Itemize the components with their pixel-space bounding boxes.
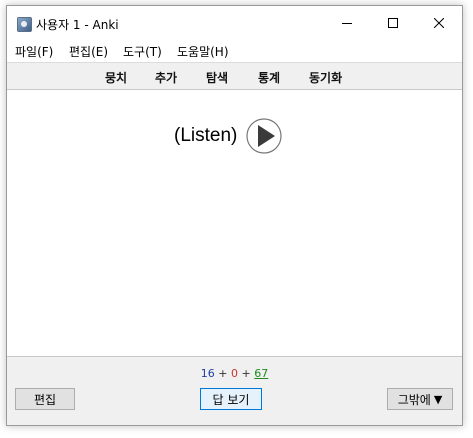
more-button[interactable]: 그밖에 ▼ [387,388,453,410]
card-content: (Listen) [7,90,462,356]
toolbar-decks[interactable]: 뭉치 [105,69,127,86]
card-question: (Listen) [174,116,282,156]
edit-button-label: 편집 [33,392,57,407]
show-answer-button[interactable]: 답 보기 [200,388,262,410]
show-answer-label: 답 보기 [212,392,250,407]
minimize-icon [342,23,352,24]
menu-tools[interactable]: 도구(T) [123,43,162,60]
toolbar-stats[interactable]: 통계 [258,69,280,86]
toolbar-add[interactable]: 추가 [155,69,177,86]
edit-button[interactable]: 편집 [15,388,75,410]
maximize-button[interactable] [370,6,416,40]
count-separator: + [238,367,255,380]
due-counts: 16 + 0 + 67 [7,367,462,380]
anki-app-icon [17,17,32,32]
new-count: 16 [200,367,215,380]
menu-help[interactable]: 도움말(H) [177,43,229,60]
menu-edit[interactable]: 편집(E) [69,43,108,60]
learning-count: 0 [231,367,238,380]
window-title: 사용자 1 - Anki [36,18,119,32]
main-toolbar: 뭉치 추가 탐색 통계 동기화 [7,62,462,90]
title-bar: 사용자 1 - Anki [7,6,462,40]
menu-bar: 파일(F) 편집(E) 도구(T) 도움말(H) [7,40,462,61]
play-icon[interactable] [246,118,282,154]
anki-window: 사용자 1 - Anki 파일(F) 편집(E) 도구(T) 도움말(H) 뭉치… [6,5,463,426]
count-separator: + [214,367,231,380]
minimize-button[interactable] [324,6,370,40]
review-count: 67 [254,367,269,380]
more-button-label: 그밖에 [397,392,431,407]
card-text: (Listen) [174,125,238,146]
toolbar-browse[interactable]: 탐색 [206,69,228,86]
menu-file[interactable]: 파일(F) [15,43,53,60]
close-button[interactable] [416,6,462,40]
toolbar-sync[interactable]: 동기화 [309,69,342,86]
dropdown-arrow-icon: ▼ [433,392,443,406]
maximize-icon [388,18,398,28]
close-icon [434,18,444,28]
bottom-bar: 16 + 0 + 67 편집 답 보기 그밖에 ▼ [7,356,462,425]
